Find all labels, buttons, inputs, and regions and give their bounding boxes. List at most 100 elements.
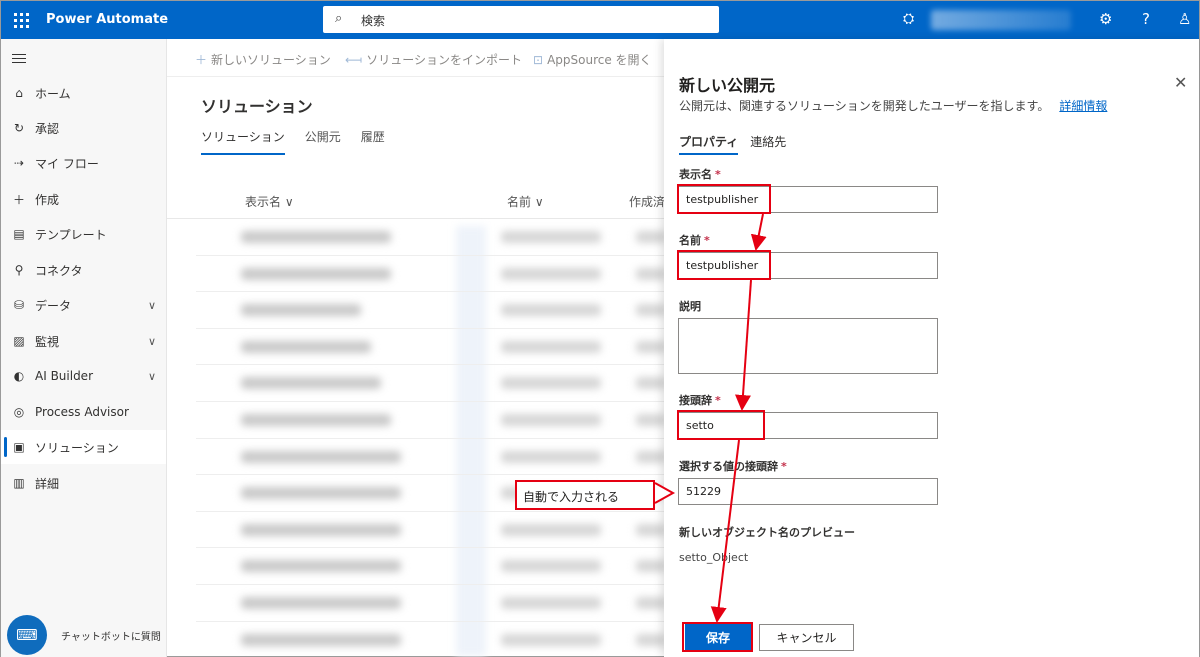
tab-history[interactable]: 履歴 [361,128,385,155]
tab-solutions[interactable]: ソリューション [201,128,285,155]
nav-label: テンプレート [35,227,107,242]
solutions-icon: ▣ [13,440,25,454]
prefix-label-text: 接頭辞 [679,394,712,407]
nav-item-monitor[interactable]: ▨ 監視 ∨ [1,324,166,358]
nav-item-my-flows[interactable]: ⇢ マイ フロー [1,146,166,180]
nav-item-data[interactable]: ⛁ データ ∨ [1,288,166,322]
nav-label: ソリューション [35,440,119,455]
chatbot-label[interactable]: チャットボットに質問 [61,628,161,643]
approvals-icon: ↻ [13,121,25,135]
command-bar: ＋新しいソリューション ⟻ ソリューションをインポート ⊡ AppSource を開… [167,39,667,77]
environment-icon[interactable]: ⛭ [903,11,914,27]
appsource-label: AppSource を開く [547,53,652,67]
name-input[interactable] [678,252,938,279]
name-label: 名前 * [679,232,710,248]
column-created[interactable]: 作成済 [629,193,665,210]
import-icon: ⟻ [345,53,363,67]
nav-item-templates[interactable]: ▤ テンプレート [1,217,166,251]
description-input[interactable] [678,318,938,374]
table-row[interactable] [196,622,666,657]
home-icon: ⌂ [15,86,23,100]
table-row[interactable] [196,219,666,256]
panel-description-text: 公開元は、関連するソリューションを開発したユーザーを指します。 [679,99,1050,113]
table-row[interactable] [196,329,666,366]
description-label: 説明 [679,300,701,313]
required-mark: * [715,394,721,407]
display-name-input[interactable] [678,186,938,213]
new-solution-button[interactable]: ＋新しいソリューション [195,51,331,68]
tab-contacts[interactable]: 連絡先 [750,133,786,155]
settings-icon[interactable]: ⚙ [1099,10,1112,28]
table-row[interactable] [196,256,666,293]
panel-tabs: プロパティ 連絡先 [679,133,786,155]
plus-icon: ＋ [195,53,208,67]
name-label-text: 名前 [679,234,701,247]
search-icon: ⌕ [335,11,343,26]
chatbot-icon[interactable]: ⌨ [7,615,47,655]
flow-icon: ⇢ [13,156,25,170]
prefix-input[interactable] [678,412,938,439]
environment-name-blurred[interactable] [931,10,1071,30]
nav-item-connectors[interactable]: ⚲ コネクタ [1,253,166,287]
column-display-name[interactable]: 表示名 ∨ [245,193,294,210]
nav-item-learn[interactable]: ▥ 詳細 [1,466,166,500]
bag-icon: ⊡ [533,53,544,67]
tab-publishers[interactable]: 公開元 [305,128,341,155]
chevron-down-icon[interactable]: ∨ [148,370,156,383]
user-icon[interactable]: ♙ [1178,10,1191,28]
column-label: 名前 [507,195,532,209]
appsource-button[interactable]: ⊡ AppSource を開く [533,51,652,68]
waffle-icon[interactable] [9,9,31,31]
chevron-down-icon: ∨ [284,195,294,209]
grid-header: 表示名 ∨ 名前 ∨ 作成済 [167,179,667,219]
option-prefix-label-text: 選択する値の接頭辞 [679,460,778,473]
save-button[interactable]: 保存 [685,624,751,651]
nav-item-home[interactable]: ⌂ ホーム [1,76,166,110]
chevron-down-icon: ∨ [534,195,544,209]
nav-label: 監視 [35,334,60,349]
table-row[interactable] [196,402,666,439]
new-publisher-panel: 新しい公開元 ✕ 公開元は、関連するソリューションを開発したユーザーを指します。… [664,39,1199,657]
template-icon: ▤ [13,227,25,241]
table-row[interactable] [196,292,666,329]
table-row[interactable] [196,365,666,402]
main-tabs: ソリューション 公開元 履歴 [201,128,385,155]
app-title[interactable]: Power Automate [46,12,168,27]
annotation-callout: 自動で入力される [515,480,655,510]
hamburger-icon[interactable] [12,54,26,66]
nav-item-ai-builder[interactable]: ◐ AI Builder ∨ [1,359,166,393]
import-solution-button[interactable]: ⟻ ソリューションをインポート [345,51,522,68]
table-row[interactable] [196,585,666,622]
nav-label: AI Builder [35,369,94,383]
nav-item-create[interactable]: ＋ 作成 [1,182,166,216]
table-row[interactable] [196,548,666,585]
chevron-down-icon[interactable]: ∨ [148,299,156,312]
search-box[interactable]: ⌕ 検索 [323,6,719,33]
required-mark: * [704,234,710,247]
monitor-icon: ▨ [13,334,25,348]
chevron-down-icon[interactable]: ∨ [148,335,156,348]
table-row[interactable] [196,439,666,476]
column-name[interactable]: 名前 ∨ [507,193,544,210]
ai-builder-icon: ◐ [13,369,25,383]
tab-properties[interactable]: プロパティ [679,133,739,155]
nav-label: 承認 [35,121,60,136]
process-advisor-icon: ◎ [13,405,25,419]
nav-item-process-advisor[interactable]: ◎ Process Advisor [1,395,166,429]
learn-more-link[interactable]: 詳細情報 [1059,99,1107,113]
option-prefix-label: 選択する値の接頭辞 * [679,458,787,474]
data-icon: ⛁ [13,298,25,312]
cancel-button[interactable]: キャンセル [759,624,854,651]
nav-item-approvals[interactable]: ↻ 承認 [1,111,166,145]
required-mark: * [781,460,787,473]
new-solution-label: 新しいソリューション [211,53,331,67]
nav-label: 作成 [35,192,60,207]
option-prefix-input[interactable] [678,478,938,505]
display-name-label-text: 表示名 [679,168,712,181]
help-icon[interactable]: ? [1142,10,1150,28]
preview-label: 新しいオブジェクト名のプレビュー [679,526,855,539]
table-row[interactable] [196,512,666,549]
nav-item-solutions[interactable]: ▣ ソリューション [1,430,166,464]
close-icon[interactable]: ✕ [1174,73,1187,92]
preview-value: setto_Object [679,551,749,564]
